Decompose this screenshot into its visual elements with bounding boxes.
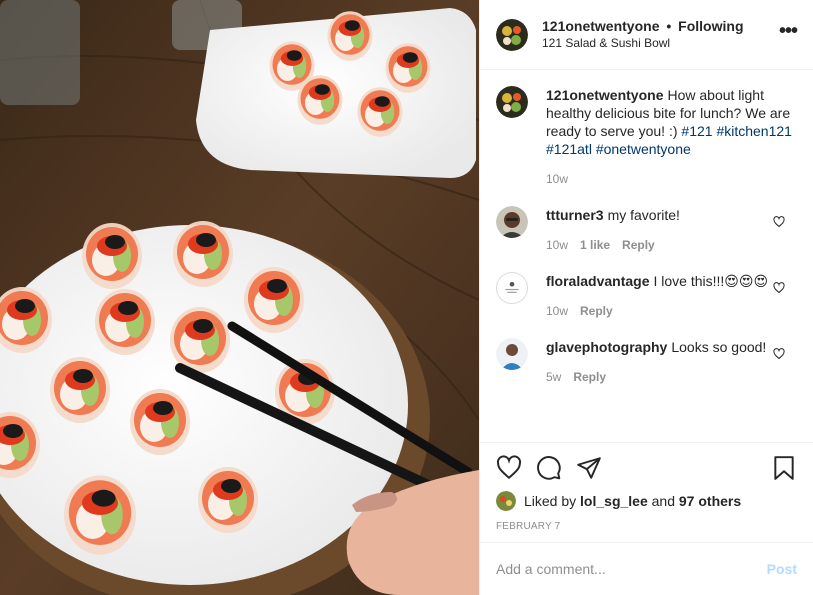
comments-section[interactable]: 121onetwentyone How about light healthy d… [480, 70, 813, 442]
follow-separator: • [666, 17, 672, 34]
comment-input[interactable] [496, 561, 767, 577]
comment-meta: 10w Reply [546, 302, 797, 320]
comment-meta: 5w Reply [546, 368, 797, 386]
comment-avatar[interactable] [496, 338, 528, 370]
comment-item: floraladvantage I love this!!!😍😍😍 10w Rep… [496, 272, 797, 320]
comment-username[interactable]: ttturner3 [546, 207, 604, 223]
header-text: 121onetwentyone • Following 121 Salad & … [542, 18, 779, 52]
caption-body: 121onetwentyone How about light healthy d… [546, 86, 797, 188]
caption-meta: 10w [546, 170, 797, 188]
sushi-photo [0, 0, 479, 595]
comment-username[interactable]: floraladvantage [546, 273, 649, 289]
comment-avatar[interactable] [496, 206, 528, 238]
more-options-icon: ••• [778, 20, 798, 42]
post-modal: 121onetwentyone • Following 121 Salad & … [0, 0, 813, 595]
caption-avatar[interactable] [496, 86, 528, 118]
comment-text: my favorite! [607, 207, 680, 223]
likes-count-button[interactable]: 97 others [679, 493, 741, 509]
username-link[interactable]: 121onetwentyone [542, 18, 659, 34]
reply-button[interactable]: Reply [573, 368, 606, 386]
comment-likes[interactable]: 1 like [580, 236, 610, 254]
comment-age[interactable]: 10w [546, 236, 568, 254]
comment-like-heart-icon[interactable] [773, 282, 785, 294]
comment-body: glavephotography Looks so good! 5w Reply [546, 338, 797, 386]
hashtag-link[interactable]: #kitchen121 [716, 123, 792, 139]
bookmark-icon[interactable] [771, 455, 797, 481]
comment-body: floraladvantage I love this!!!😍😍😍 10w Rep… [546, 272, 797, 320]
hashtag-link[interactable]: #121 [681, 123, 712, 139]
comment-body: ttturner3 my favorite! 10w 1 like Reply [546, 206, 797, 254]
comment-icon[interactable] [536, 455, 562, 481]
comment-text: Looks so good! [671, 339, 767, 355]
location-link[interactable]: 121 Salad & Sushi Bowl [542, 35, 779, 52]
caption: 121onetwentyone How about light healthy d… [496, 86, 797, 188]
comment-text: I love this!!!😍😍😍 [653, 273, 769, 289]
comment-avatar[interactable] [496, 272, 528, 304]
post-panel: 121onetwentyone • Following 121 Salad & … [479, 0, 813, 595]
comment-meta: 10w 1 like Reply [546, 236, 797, 254]
likes-middle: and [651, 493, 675, 509]
likes-summary: Liked by lol_sg_lee and 97 others [496, 491, 797, 511]
commenter-avatar-image [496, 206, 528, 238]
comment-age[interactable]: 5w [546, 368, 561, 386]
post-header: 121onetwentyone • Following 121 Salad & … [480, 0, 813, 70]
comment-item: glavephotography Looks so good! 5w Reply [496, 338, 797, 386]
liker-username[interactable]: lol_sg_lee [580, 493, 648, 509]
hashtag-link[interactable]: #121atl [546, 141, 592, 157]
heart-icon[interactable] [496, 455, 522, 481]
liker-avatar-image [496, 491, 516, 511]
likes-prefix: Liked by [524, 493, 577, 509]
post-comment-button[interactable]: Post [767, 561, 797, 577]
account-avatar-image [496, 18, 528, 51]
following-button[interactable]: Following [678, 18, 743, 34]
avatar[interactable] [496, 18, 528, 51]
add-comment-bar: Post [480, 542, 813, 595]
caption-avatar-image [496, 86, 528, 118]
reply-button[interactable]: Reply [622, 236, 655, 254]
share-icon[interactable] [576, 455, 602, 481]
comment-like-heart-icon[interactable] [773, 348, 785, 360]
hashtag-link[interactable]: #onetwentyone [596, 141, 691, 157]
comment-age[interactable]: 10w [546, 302, 568, 320]
caption-age[interactable]: 10w [546, 170, 568, 188]
liker-avatar[interactable] [496, 491, 516, 511]
post-date[interactable]: February 7 [496, 521, 797, 532]
commenter-avatar-image [497, 273, 527, 303]
post-photo[interactable] [0, 0, 479, 595]
comment-item: ttturner3 my favorite! 10w 1 like Reply [496, 206, 797, 254]
reply-button[interactable]: Reply [580, 302, 613, 320]
more-options-button[interactable]: ••• [778, 20, 798, 49]
action-bar [496, 453, 797, 483]
comment-username[interactable]: glavephotography [546, 339, 667, 355]
post-actions: Liked by lol_sg_lee and 97 others Februa… [480, 442, 813, 532]
comment-like-heart-icon[interactable] [773, 216, 785, 228]
caption-username[interactable]: 121onetwentyone [546, 87, 663, 103]
commenter-avatar-image [496, 338, 528, 370]
